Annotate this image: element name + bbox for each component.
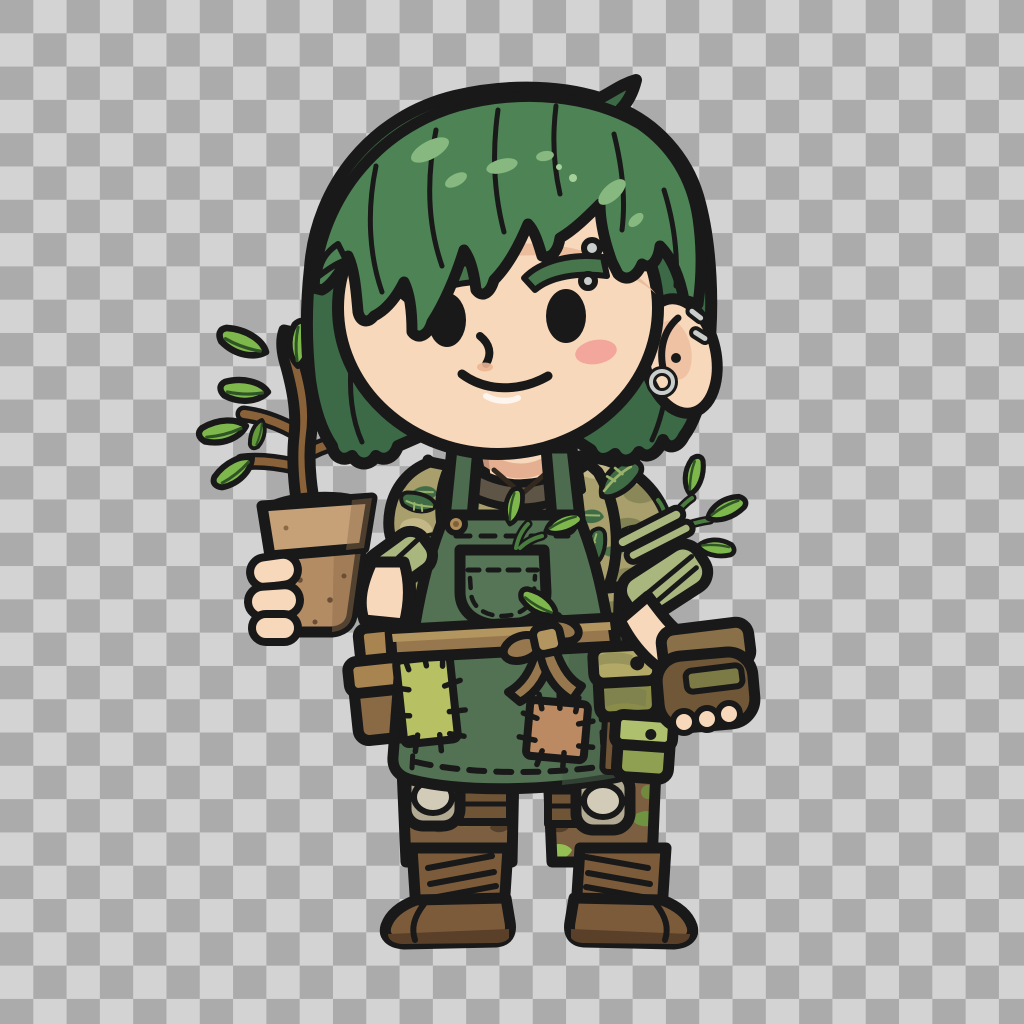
- glove-knuckle: [696, 708, 718, 730]
- character-illustration: [0, 0, 1024, 1024]
- glove-knuckle: [718, 703, 740, 725]
- transparency-checkerboard: [0, 0, 1024, 1024]
- left-forearm: [361, 562, 408, 624]
- patch-tan: [517, 691, 597, 769]
- apron-strap-right: [546, 448, 580, 518]
- chest-pocket: [460, 550, 546, 625]
- apron-strap-left: [445, 448, 478, 518]
- head: [307, 80, 727, 464]
- right-boot: [570, 848, 693, 944]
- left-hand-fingers: [247, 553, 301, 642]
- left-leg: [385, 768, 514, 944]
- legs: [385, 768, 692, 944]
- glove-knuckle: [673, 711, 695, 733]
- right-leg: [548, 768, 693, 944]
- eye-right: [546, 289, 586, 343]
- ear-stud: [671, 353, 681, 363]
- right-glove: [655, 621, 757, 733]
